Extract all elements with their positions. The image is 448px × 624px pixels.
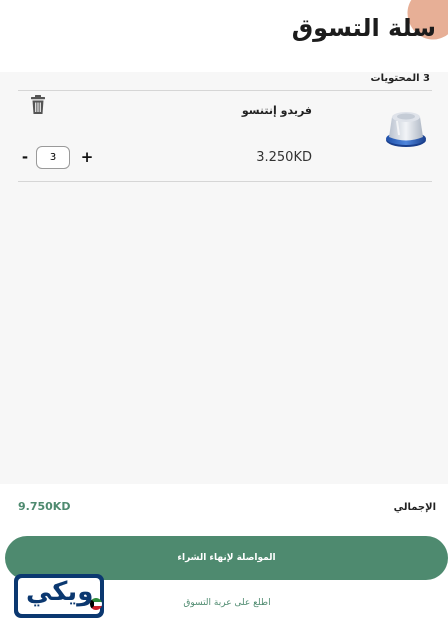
increase-quantity-button[interactable]: + <box>80 148 94 166</box>
trash-icon[interactable] <box>30 95 46 115</box>
total-value: 9.750KD <box>18 500 71 513</box>
logo-text: ويكي <box>26 577 94 607</box>
quantity-stepper: - + <box>18 145 94 169</box>
cart-item-count: 3 المحتويات <box>370 73 430 84</box>
product-price: 3.250KD <box>256 150 312 165</box>
product-name[interactable]: فريدو إنتنسو <box>242 104 312 117</box>
quantity-input[interactable] <box>36 145 70 169</box>
kuwait-flag-icon <box>90 598 102 610</box>
header: سلة التسوق <box>0 0 448 72</box>
coffee-capsule-image <box>386 112 426 147</box>
page-title: سلة التسوق <box>291 14 436 42</box>
divider <box>18 90 432 91</box>
watermark-logo: ويكي <box>14 574 104 618</box>
total-label: الإجمالي <box>393 502 436 513</box>
decrease-quantity-button[interactable]: - <box>18 148 32 166</box>
divider <box>18 181 432 182</box>
